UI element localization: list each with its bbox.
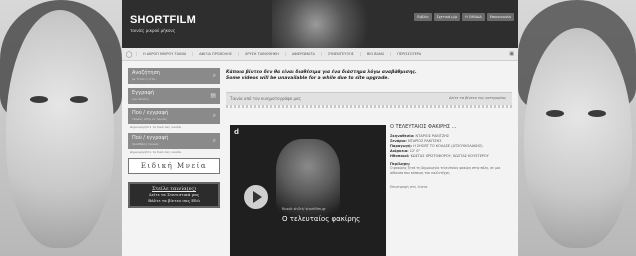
sidebar-box-title: Πού / εγγραφή (132, 110, 169, 116)
video-player[interactable]: d Russit shOrt/ shortfilm.gr Ο τελευταίο… (230, 125, 386, 256)
nav-item[interactable]: ΑΦΙΕΡΩΜΑΤΑ (284, 52, 321, 56)
detail-value: ΝΤΑΡΙΟΣ ΡΑΚΙΤΖΗΣ (407, 139, 442, 143)
sidebar-box-title: Πού / εγγραφή (132, 135, 169, 141)
detail-value: ΚΩΣΤΑΣ ΧΡΙΣΤΟΦΟΡΟΥ, ΚΩΣΤΑΣ ΚΟΥΣΤΕΡΟΥ (410, 154, 489, 158)
special-mention-banner[interactable]: Ειδική Μνεία (128, 158, 220, 174)
site-page: SHORTFILM ταινίες μικρού μήκους Βιβλίο Σ… (122, 0, 518, 256)
submit-film-ad[interactable]: Στείλε ταινία(ες) Δείτε τα Στατιστικά μα… (128, 182, 220, 208)
play-button[interactable] (244, 185, 268, 209)
sidebar: Αναζήτηση με τίτλο η τιτλ.. ⌕ Εγγραφή γι… (128, 68, 220, 208)
top-link[interactable]: Σχετικά μ/μ (433, 13, 461, 21)
banner-image (272, 0, 382, 48)
nav-item[interactable]: Η ΑΚΡΟΠ ΜΙΚΡΟΥ ΤΑΙΝΙΑ (136, 52, 192, 56)
detail-label: Παραγωγή: (390, 144, 412, 148)
play-icon (253, 191, 262, 203)
sidebar-box-title: Εγγραφή (132, 90, 155, 96)
detail-label: Σκηνοθεσία: (390, 134, 415, 138)
sidebar-box-title: Αναζήτηση (132, 70, 160, 76)
film-details: Ο ΤΕΛΕΥΤΑΙΟΣ ΦΑΚΙΡΗΣ ... Σκηνοθεσία: ΝΤΑ… (390, 124, 514, 189)
main-nav: ◯ Η ΑΚΡΟΠ ΜΙΚΡΟΥ ΤΑΙΝΙΑ ΑΦΙΞΙΑ ΠΡΟΒΟΛΗΣ … (122, 48, 518, 61)
divider (226, 105, 512, 108)
sidebar-note[interactable]: Δημιουργήστε τα δικά σας κανάλι (130, 125, 220, 129)
nav-item[interactable]: BIG BANG (359, 52, 390, 56)
background-portrait-left (0, 0, 122, 256)
lock-icon[interactable]: ▤ (210, 92, 216, 99)
nav-item[interactable]: ΠΕΡΙΣΣΟΤΕΡΑ (390, 52, 427, 56)
top-links: Βιβλίο Σχετικά μ/μ Η ΟΜΑΔΑ Επικοινωνία (414, 13, 514, 21)
back-link[interactable]: Επιστροφή στη λίστα (390, 185, 514, 189)
detail-label: Διάρκεια: (390, 149, 409, 153)
video-title: Ο τελευταίος φακίρης (282, 215, 361, 223)
site-tagline: ταινίες μικρού μήκους (130, 28, 176, 33)
nav-item[interactable]: ΑΦΙΞΙΑ ΠΡΟΒΟΛΗΣ (192, 52, 238, 56)
search-icon[interactable]: ⌕ (213, 112, 216, 120)
detail-value: Η ΣΗΟRT ΤΟ ΚΟΛΑΣΕ (ΑΤΣΟΥΚΟΛΑΚΗΣ) (413, 144, 483, 148)
main-content: Κάποια βίντεο δεν θα είναι διαθέσιμα για… (226, 70, 512, 82)
list-label: Ταινία από τον κινηματογράφο μας (230, 96, 302, 101)
site-logo[interactable]: SHORTFILM (130, 14, 196, 26)
film-title: Ο ΤΕΛΕΥΤΑΙΟΣ ΦΑΚΙΡΗΣ ... (390, 124, 457, 130)
sidebar-note[interactable]: Δημιουργήστε τα δικά σας κανάλι (130, 150, 220, 154)
home-icon[interactable]: ◯ (122, 51, 136, 58)
sidebar-box[interactable]: Πού / εγγραφή προσθήκη ταινίας ⌕ (128, 133, 220, 149)
video-url: Russit shOrt/ shortfilm.gr (282, 207, 326, 211)
detail-label: Σενάριο: (390, 139, 407, 143)
video-frame (276, 139, 340, 217)
category-link[interactable]: Δείτε τα βίντεο της κατηγορίας (449, 96, 506, 100)
detail-row: Ηθοποιοί: ΚΩΣΤΑΣ ΧΡΙΣΤΟΦΟΡΟΥ, ΚΩΣΤΑΣ ΚΟΥ… (390, 154, 514, 159)
detail-value: 12' 0'' (409, 149, 421, 153)
rss-icon[interactable]: ▣ (509, 51, 514, 57)
detail-label: Ηθοποιοί: (390, 154, 410, 158)
sidebar-box[interactable]: Πού / εγγραφή ταινίες στην εν ταινίες ⌕ (128, 108, 220, 124)
video-logo: d (234, 128, 240, 136)
sidebar-box-sub: ταινίες στην εν ταινίες (132, 117, 168, 121)
search-icon[interactable]: ⌕ (213, 137, 216, 145)
nav-item[interactable]: ΧΡΥΣΗ ΤΑΙΝΟΘΗΚΗ (237, 52, 285, 56)
background-portrait-right (518, 0, 636, 256)
sidebar-register-box[interactable]: Εγγραφή για ταινίες ▤ (128, 88, 220, 104)
notice-english: Some videos will be unavailable for a wh… (226, 76, 390, 81)
top-link[interactable]: Επικοινωνία (486, 13, 514, 21)
nav-item[interactable]: ΣΥΝΕΝΤΕΥΞΕΙΣ (320, 52, 360, 56)
search-icon[interactable]: ⌕ (213, 72, 216, 80)
sidebar-box-sub: προσθήκη ταινίας (132, 142, 160, 146)
top-link[interactable]: Η ΟΜΑΔΑ (462, 13, 485, 21)
list-header: Ταινία από τον κινηματογράφο μας Δείτε τ… (226, 92, 512, 105)
sidebar-box-sub: για ταινίες (132, 97, 149, 101)
detail-value: ΝΤΑΡΙΟΣ ΡΑΚΙΤΖΗΣ (415, 134, 450, 138)
sidebar-search-box[interactable]: Αναζήτηση με τίτλο η τιτλ.. ⌕ (128, 68, 220, 84)
top-link[interactable]: Βιβλίο (414, 13, 432, 21)
plot-text: Ο φακίρης ζητά τη δημιουργία τελευταίας … (390, 166, 501, 175)
sidebar-box-sub: με τίτλο η τιτλ.. (132, 77, 157, 81)
header-banner: SHORTFILM ταινίες μικρού μήκους Βιβλίο Σ… (122, 0, 518, 48)
ad-line: Βάλτε τα βίντεο σας Εδώ (148, 198, 200, 203)
